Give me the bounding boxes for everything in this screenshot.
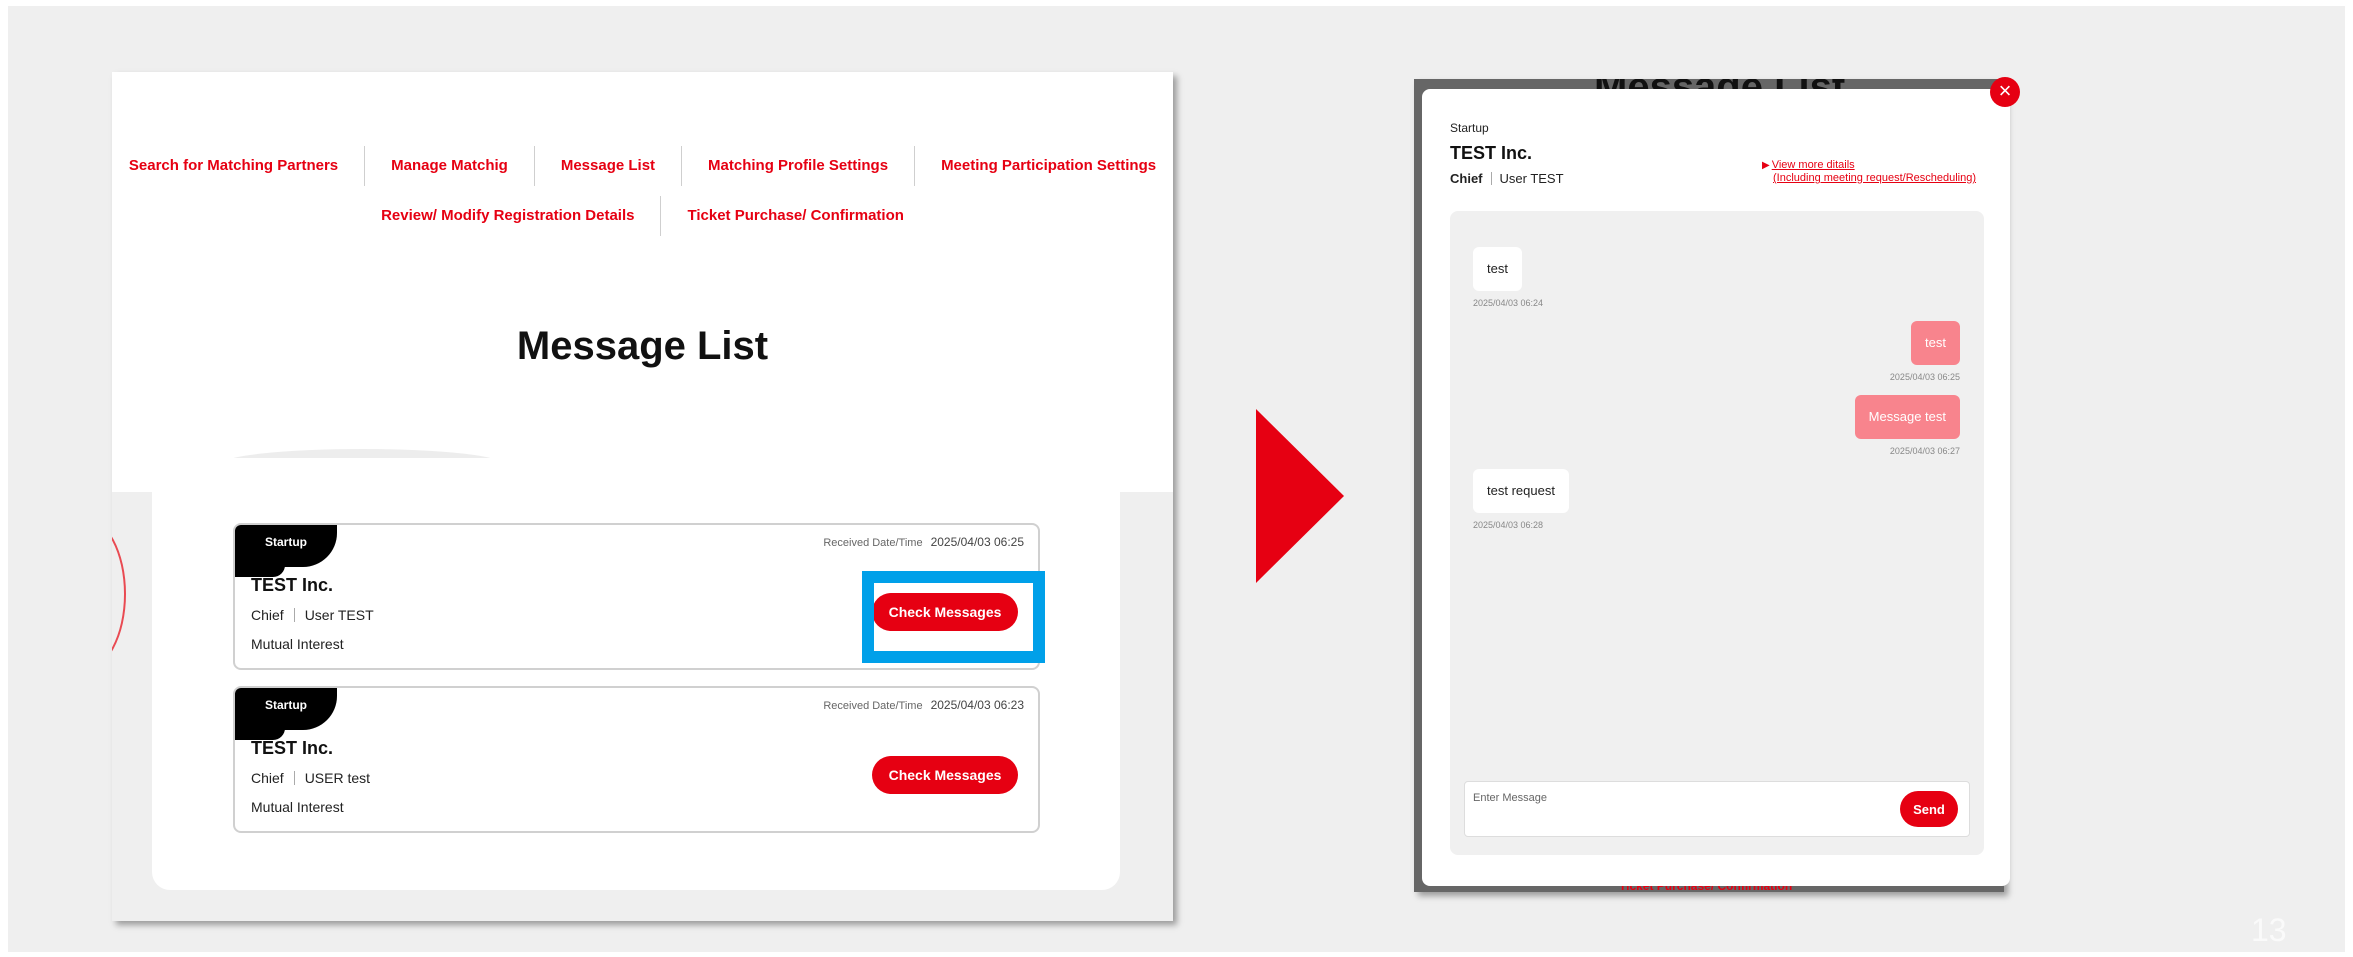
received-label: Received Date/Time: [823, 537, 923, 549]
divider: [293, 771, 295, 785]
company-name: TEST Inc.: [251, 738, 334, 758]
nav-review-registration[interactable]: Review/ Modify Registration Details: [355, 196, 660, 236]
received-label: Received Date/Time: [823, 700, 923, 712]
category-tag: Startup: [235, 688, 337, 730]
message-list-panel: Startup Received Date/Time 2025/04/03 06:…: [152, 458, 1120, 890]
position: Chief: [251, 770, 284, 786]
details-link-line-1[interactable]: View more ditails: [1772, 159, 1855, 171]
right-triangle-arrow-icon: [1256, 409, 1344, 583]
page-title: Message List: [516, 324, 769, 368]
nav-meeting-participation-settings[interactable]: Meeting Participation Settings: [914, 146, 1173, 186]
received-datetime: Received Date/Time 2025/04/03 06:23: [823, 698, 1024, 712]
details-link-line-2[interactable]: (Including meeting request/Rescheduling): [1773, 172, 1976, 185]
nav-matching-profile-settings[interactable]: Matching Profile Settings: [681, 146, 914, 186]
divider: [293, 608, 295, 622]
message-timestamp: 2025/04/03 06:25: [1889, 372, 1960, 382]
message-compose: Enter Message Send: [1464, 781, 1970, 837]
message-timestamp: 2025/04/03 06:24: [1473, 298, 1544, 308]
user-name: USER test: [304, 770, 371, 786]
close-icon[interactable]: ×: [1990, 77, 2020, 107]
message-bubble-received: test: [1473, 247, 1522, 291]
view-more-details-link[interactable]: ▶ View more ditails (Including meeting re…: [1762, 159, 1976, 185]
divider: [1490, 172, 1492, 185]
message-list-screenshot: Search for Matching Partners Manage Matc…: [112, 72, 1173, 921]
main-nav-row-2: Review/ Modify Registration Details Tick…: [112, 196, 1173, 236]
company-name: TEST Inc.: [1450, 143, 1533, 163]
message-card: Startup Received Date/Time 2025/04/03 06:…: [233, 686, 1040, 833]
nav-search-partners[interactable]: Search for Matching Partners: [112, 146, 364, 186]
category-tag: Startup: [235, 525, 337, 567]
message-modal: Startup TEST Inc. Chief User TEST ▶ View m…: [1422, 89, 2010, 886]
category-label: Startup: [1450, 121, 1489, 135]
message-bubble-received: test request: [1473, 469, 1569, 513]
contact-person: Chief User TEST: [1450, 171, 1564, 186]
slide-number: 13: [2251, 912, 2287, 948]
send-button[interactable]: Send: [1900, 791, 1958, 827]
chat-area[interactable]: test 2025/04/03 06:24 test 2025/04/03 06…: [1450, 211, 1984, 855]
message-timestamp: 2025/04/03 06:28: [1473, 520, 1544, 530]
position: Chief: [1450, 171, 1483, 186]
match-status: Mutual Interest: [251, 799, 344, 815]
user-name: User TEST: [1499, 171, 1564, 186]
message-bubble-sent: Message test: [1854, 395, 1960, 439]
check-messages-button[interactable]: Check Messages: [872, 756, 1018, 794]
received-date: 2025/04/03 06:23: [930, 698, 1024, 712]
highlight-box: [862, 571, 1045, 663]
slide: Search for Matching Partners Manage Matc…: [8, 6, 2345, 952]
main-nav-row-1: Search for Matching Partners Manage Matc…: [112, 146, 1173, 186]
contact-person: Chief USER test: [251, 770, 370, 786]
received-datetime: Received Date/Time 2025/04/03 06:25: [823, 535, 1024, 549]
nav-ticket-purchase[interactable]: Ticket Purchase/ Confirmation: [660, 196, 929, 236]
message-timestamp: 2025/04/03 06:27: [1889, 446, 1960, 456]
nav-manage-matching[interactable]: Manage Matchig: [364, 146, 534, 186]
triangle-right-icon: ▶: [1762, 160, 1770, 171]
user-name: User TEST: [304, 607, 374, 623]
position: Chief: [251, 607, 284, 623]
nav-message-list[interactable]: Message List: [533, 146, 681, 186]
match-status: Mutual Interest: [251, 636, 344, 652]
message-input[interactable]: Enter Message: [1473, 792, 1547, 804]
contact-person: Chief User TEST: [251, 607, 374, 623]
message-bubble-sent: test: [1911, 321, 1960, 365]
received-date: 2025/04/03 06:25: [930, 535, 1024, 549]
company-name: TEST Inc.: [251, 575, 334, 595]
